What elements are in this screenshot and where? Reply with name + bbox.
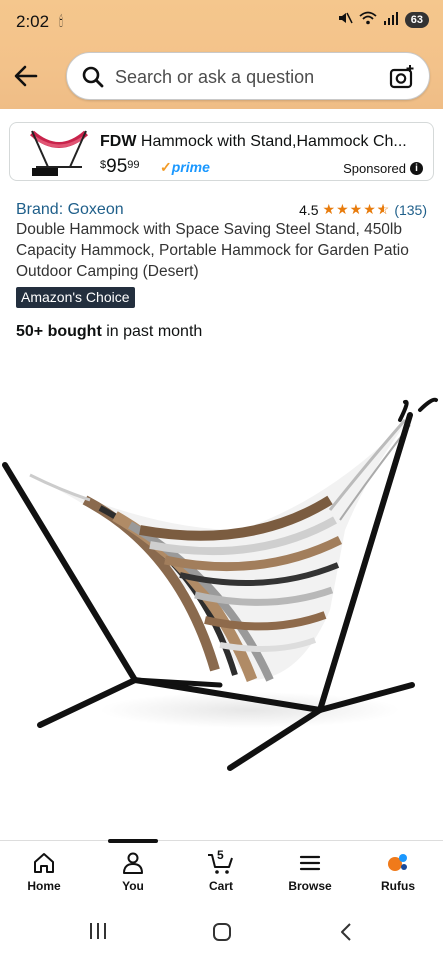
recent-apps-icon[interactable] bbox=[88, 922, 108, 945]
nav-cart[interactable]: 5 Cart bbox=[181, 848, 261, 893]
sponsored-label[interactable]: Sponsored i bbox=[343, 161, 423, 176]
system-navigation-bar bbox=[0, 902, 443, 960]
nav-home[interactable]: Home bbox=[4, 851, 84, 893]
sponsored-product-card[interactable]: FDW Hammock with Stand,Hammock Ch... $95… bbox=[9, 122, 434, 181]
product-image[interactable] bbox=[0, 380, 443, 790]
home-icon bbox=[34, 853, 54, 873]
sponsored-product-price: $9599 bbox=[100, 156, 140, 177]
hammock-fabric bbox=[29, 418, 411, 682]
status-bar: 2:02 🕯 63 bbox=[0, 0, 443, 44]
rating-count[interactable]: (135) bbox=[394, 202, 427, 218]
menu-icon bbox=[299, 855, 321, 871]
home-button-icon[interactable] bbox=[212, 922, 232, 947]
nav-rufus[interactable]: Rufus bbox=[358, 851, 438, 893]
info-icon[interactable]: i bbox=[410, 162, 423, 175]
prime-badge: ✓prime bbox=[160, 159, 210, 175]
camera-search-icon[interactable] bbox=[389, 64, 415, 90]
cart-count-badge: 5 bbox=[217, 848, 224, 862]
nav-you-label: You bbox=[122, 879, 144, 893]
status-time: 2:02 bbox=[16, 12, 50, 31]
nav-you[interactable]: You bbox=[93, 851, 173, 893]
nav-home-label: Home bbox=[27, 879, 61, 893]
sponsored-product-title[interactable]: FDW Hammock with Stand,Hammock Ch... bbox=[100, 133, 420, 151]
status-icons: 63 bbox=[337, 11, 429, 28]
back-button-icon[interactable] bbox=[338, 922, 354, 947]
nav-cart-label: Cart bbox=[208, 879, 233, 893]
search-bar[interactable]: Search or ask a question bbox=[66, 52, 430, 100]
nav-rufus-label: Rufus bbox=[381, 879, 415, 893]
person-icon bbox=[123, 852, 143, 874]
rating-summary[interactable]: 4.5 ★★★★☆★ (135) bbox=[299, 201, 427, 218]
signal-icon bbox=[383, 11, 399, 28]
battery-indicator: 63 bbox=[404, 11, 429, 28]
rating-value: 4.5 bbox=[299, 201, 319, 218]
search-icon bbox=[81, 65, 105, 89]
mute-icon bbox=[337, 11, 353, 28]
wifi-icon bbox=[359, 11, 377, 28]
active-tab-indicator bbox=[108, 839, 158, 843]
amazons-choice-badge: Amazon's Choice bbox=[16, 287, 135, 308]
brand-link[interactable]: Brand: Goxeon bbox=[16, 201, 124, 219]
nav-browse-label: Browse bbox=[288, 879, 332, 893]
app-header: 2:02 🕯 63 Search or ask a question bbox=[0, 0, 443, 109]
product-title: Double Hammock with Space Saving Steel S… bbox=[16, 221, 409, 280]
rufus-icon bbox=[388, 854, 407, 871]
search-input[interactable]: Search or ask a question bbox=[115, 67, 314, 88]
nav-browse[interactable]: Browse bbox=[270, 851, 350, 893]
purchase-count: 50+ bought in past month bbox=[16, 323, 203, 340]
notification-icon: 🕯 bbox=[59, 13, 63, 29]
sponsored-product-image bbox=[28, 127, 90, 177]
bottom-navigation: Home You 5 Cart Browse Rufus bbox=[0, 839, 443, 902]
back-arrow-icon[interactable] bbox=[12, 62, 40, 90]
star-rating-icon: ★★★★☆★ bbox=[322, 201, 391, 217]
